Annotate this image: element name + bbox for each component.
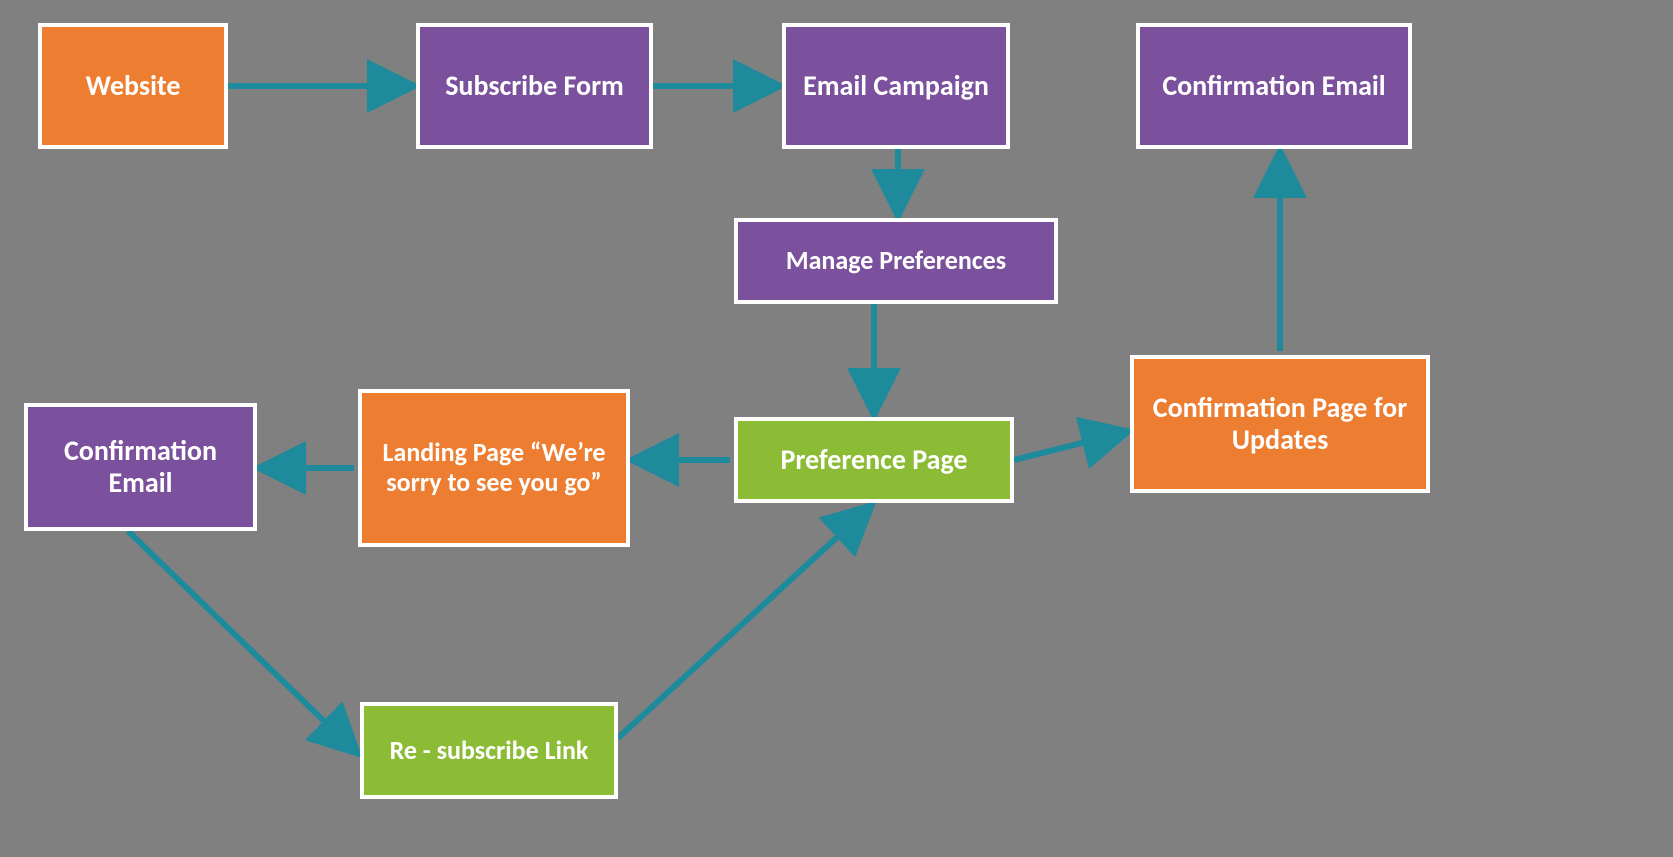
node-manage-preferences: Manage Preferences — [734, 218, 1058, 304]
arrow-confirm_email_left-to-resubscribe_link — [128, 531, 356, 752]
node-label: Website — [86, 70, 181, 102]
node-website: Website — [38, 23, 228, 149]
node-resubscribe-link: Re - subscribe Link — [360, 702, 618, 799]
node-preference-page: Preference Page — [734, 417, 1014, 503]
node-label: Re - subscribe Link — [390, 736, 589, 766]
node-confirmation-email-left: Confirmation Email — [24, 403, 257, 531]
node-label: Landing Page “We’re sorry to see you go” — [368, 438, 620, 498]
node-label: Confirmation Email — [34, 435, 247, 499]
node-landing-page: Landing Page “We’re sorry to see you go” — [358, 389, 630, 547]
node-label: Subscribe Form — [445, 70, 624, 102]
node-confirm-page-updates: Confirmation Page for Updates — [1130, 355, 1430, 493]
node-label: Confirmation Page for Updates — [1140, 392, 1420, 456]
node-confirmation-email-top: Confirmation Email — [1136, 23, 1412, 149]
node-subscribe-form: Subscribe Form — [416, 23, 653, 149]
node-label: Confirmation Email — [1162, 70, 1385, 102]
node-email-campaign: Email Campaign — [782, 23, 1010, 149]
diagram-canvas: Website Subscribe Form Email Campaign Co… — [0, 0, 1673, 857]
node-label: Email Campaign — [803, 70, 989, 102]
arrow-resubscribe_link-to-preference_page — [618, 507, 870, 738]
node-label: Manage Preferences — [786, 246, 1006, 276]
node-label: Preference Page — [780, 444, 967, 476]
arrow-preference_page-to-confirm_page_updates — [1014, 432, 1126, 460]
